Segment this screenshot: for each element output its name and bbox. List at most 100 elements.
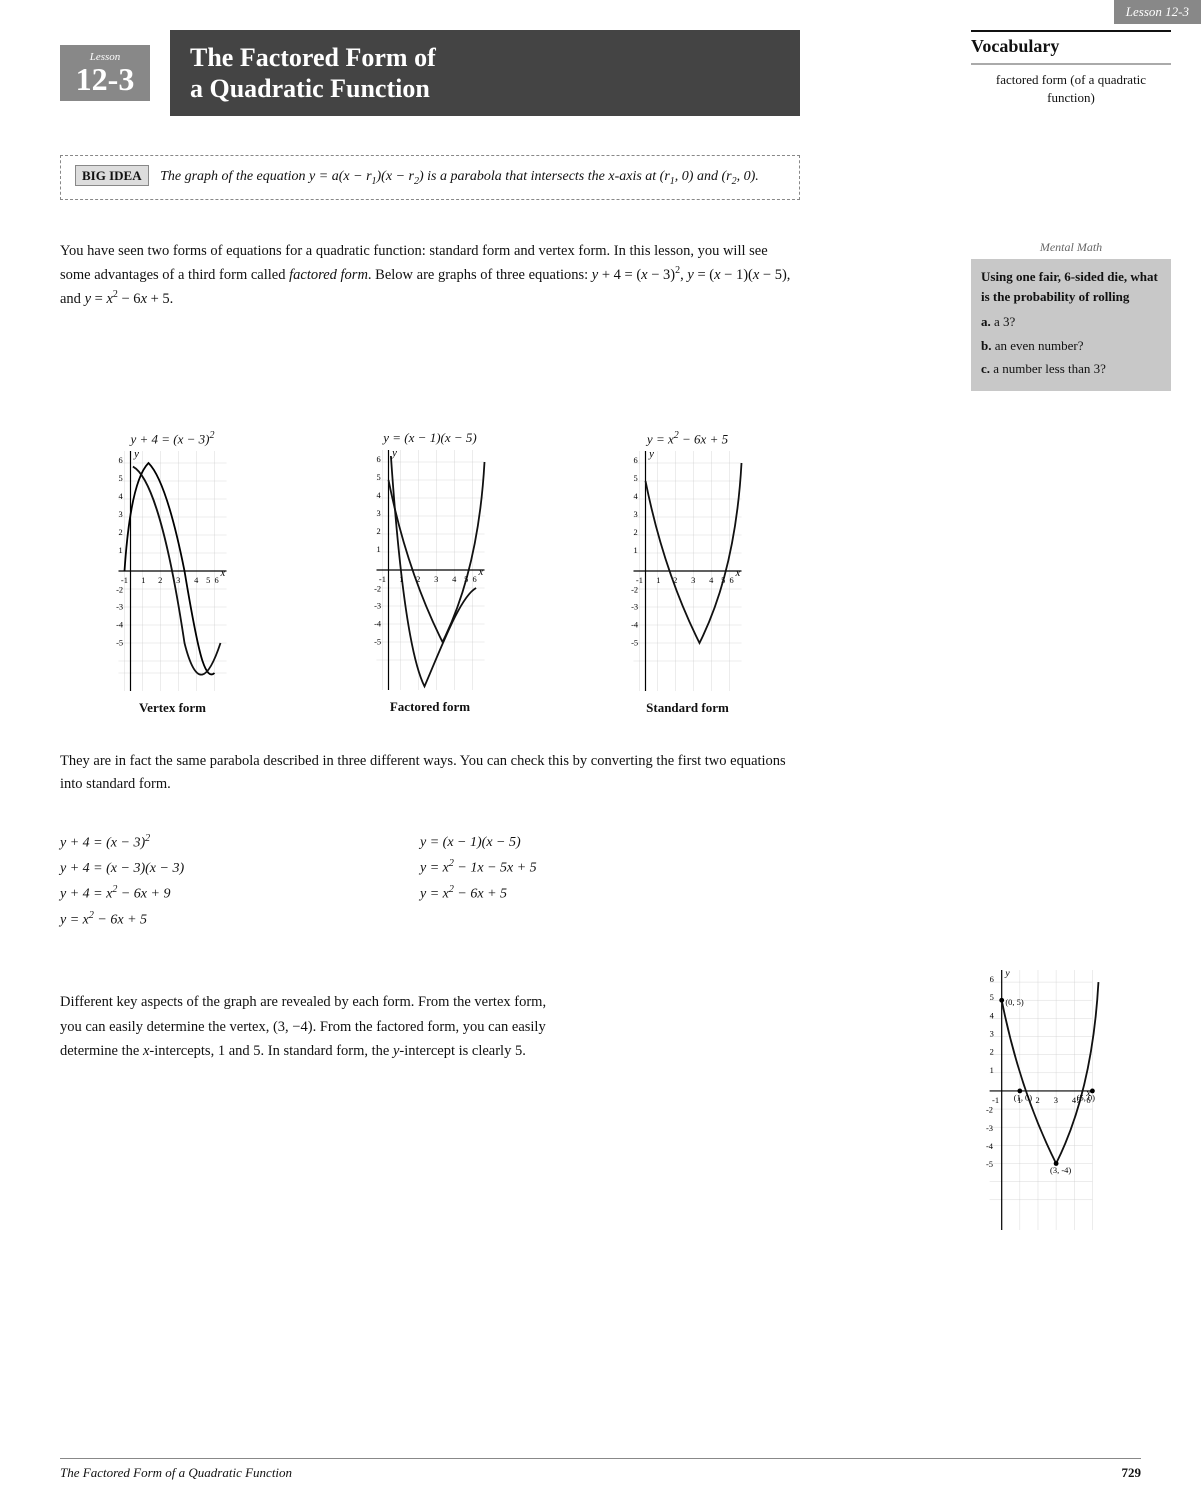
graphs-area: y + 4 = (x − 3)2 [60,430,800,716]
svg-text:x: x [735,567,741,579]
svg-text:-3: -3 [374,601,381,610]
svg-text:6: 6 [376,455,380,464]
svg-text:6: 6 [215,576,219,585]
page-title: The Factored Form of a Quadratic Functio… [190,42,780,104]
below-graphs-text: They are in fact the same parabola descr… [60,750,800,796]
svg-text:(1, 0): (1, 0) [1014,1093,1032,1103]
svg-text:1: 1 [656,576,660,585]
svg-text:4: 4 [119,492,124,501]
svg-text:3: 3 [691,576,695,585]
svg-text:-4: -4 [986,1141,994,1151]
svg-text:4: 4 [634,492,639,501]
lesson-number: 12-3 [76,61,135,97]
lower-graph: x y -1 1 2 3 4 5 6 6 5 4 3 2 1 -2 -3 -4 … [941,970,1141,1235]
svg-text:1: 1 [399,575,403,584]
graph3-svg: x y -1 1 2 3 4 5 6 6 5 4 3 2 1 -2 -3 -4 … [575,451,800,691]
svg-text:3: 3 [1054,1095,1058,1105]
below-graphs-paragraph: They are in fact the same parabola descr… [60,750,800,796]
eq-left-2: y + 4 = (x − 3)(x − 3) [60,856,340,881]
svg-text:-1: -1 [121,576,128,585]
svg-text:1: 1 [376,545,380,554]
svg-text:-2: -2 [374,585,381,594]
graph-vertex-form: y + 4 = (x − 3)2 [60,430,285,716]
svg-text:-3: -3 [116,603,123,612]
big-idea-label: BIG IDEA [75,165,149,186]
svg-text:2: 2 [634,528,638,537]
footer-page: 729 [1122,1465,1142,1481]
vocab-divider [971,63,1171,65]
svg-text:y: y [1004,970,1010,979]
svg-text:2: 2 [416,575,420,584]
svg-text:-3: -3 [986,1123,993,1133]
svg-text:-1: -1 [378,575,385,584]
lesson-title: The Factored Form of a Quadratic Functio… [170,30,800,116]
mental-math-title: Mental Math [971,240,1171,255]
svg-text:3: 3 [434,575,438,584]
graph3-label: Standard form [575,700,800,716]
mm-heading: Using one fair, 6-sided die, what is the… [981,267,1161,306]
big-idea-box: BIG IDEA The graph of the equation y = a… [60,155,800,200]
lower-graph-svg: x y -1 1 2 3 4 5 6 6 5 4 3 2 1 -2 -3 -4 … [941,970,1141,1230]
svg-text:1: 1 [119,546,123,555]
graph1-label: Vertex form [60,700,285,716]
graph-factored-form: y = (x − 1)(x − 5) [318,430,543,716]
svg-text:3: 3 [990,1029,994,1039]
mm-q-c-label: c. [981,361,990,376]
svg-text:-1: -1 [636,576,643,585]
svg-text:2: 2 [673,576,677,585]
graph1-svg: x y -1 1 2 3 4 5 6 6 5 4 3 2 1 -2 -3 -4 … [60,451,285,691]
graph2-label: Factored form [318,699,543,715]
eq-columns: y + 4 = (x − 3)2 y + 4 = (x − 3)(x − 3) … [60,830,800,933]
footer: The Factored Form of a Quadratic Functio… [60,1458,1141,1481]
svg-text:2: 2 [119,528,123,537]
svg-text:2: 2 [990,1047,994,1057]
eq-left-1: y + 4 = (x − 3)2 [60,830,340,856]
mental-math-box: Mental Math Using one fair, 6-sided die,… [971,240,1171,391]
mm-q-a-text: a 3? [994,314,1015,329]
graph1-equation: y + 4 = (x − 3)2 [60,430,285,447]
svg-text:6: 6 [119,456,123,465]
vocabulary-box: Vocabulary factored form (of a quadratic… [971,30,1171,107]
svg-text:6: 6 [634,456,638,465]
svg-text:2: 2 [158,576,162,585]
svg-text:y: y [391,450,397,459]
svg-text:(5, 0): (5, 0) [1077,1093,1095,1103]
svg-text:5: 5 [990,992,994,1002]
lower-text-paragraph: Different key aspects of the graph are r… [60,990,560,1064]
mm-q-a-label: a. [981,314,991,329]
svg-text:y: y [648,451,654,460]
svg-text:5: 5 [206,576,210,585]
svg-text:-5: -5 [374,637,381,646]
svg-text:6: 6 [730,576,734,585]
eq-left-4: y = x2 − 6x + 5 [60,907,340,933]
svg-text:5: 5 [464,575,468,584]
graph2-svg: x y -1 1 2 3 4 5 6 6 5 4 3 2 1 -2 -3 -4 … [318,450,543,690]
eq-col-left: y + 4 = (x − 3)2 y + 4 = (x − 3)(x − 3) … [60,830,340,933]
svg-text:y: y [133,451,139,460]
vocabulary-heading: Vocabulary [971,32,1171,57]
svg-text:-2: -2 [986,1105,993,1115]
svg-text:-5: -5 [631,639,638,648]
mm-question-a: a. a 3? [981,312,1161,332]
mm-question-c: c. a number less than 3? [981,359,1161,379]
svg-text:5: 5 [119,474,123,483]
graph3-equation: y = x2 − 6x + 5 [575,430,800,447]
svg-text:3: 3 [176,576,180,585]
mm-q-b-text: an even number? [995,338,1084,353]
graph-standard-form: y = x2 − 6x + 5 [575,430,800,716]
mm-question-b: b. an even number? [981,336,1161,356]
svg-text:x: x [477,566,483,578]
eq-right-2: y = x2 − 1x − 5x + 5 [420,855,700,881]
svg-text:-4: -4 [374,619,382,628]
svg-text:1: 1 [990,1065,994,1075]
svg-text:-5: -5 [986,1159,993,1169]
svg-text:5: 5 [634,474,638,483]
mm-q-c-text: a number less than 3? [993,361,1106,376]
equations-section: y + 4 = (x − 3)2 y + 4 = (x − 3)(x − 3) … [60,830,800,933]
intro-paragraph: You have seen two forms of equations for… [60,240,800,311]
svg-text:5: 5 [376,473,380,482]
eq-col-right: y = (x − 1)(x − 5) y = x2 − 1x − 5x + 5 … [420,830,700,933]
svg-text:-4: -4 [631,621,639,630]
svg-text:(3, -4): (3, -4) [1050,1165,1071,1175]
svg-text:1: 1 [141,576,145,585]
